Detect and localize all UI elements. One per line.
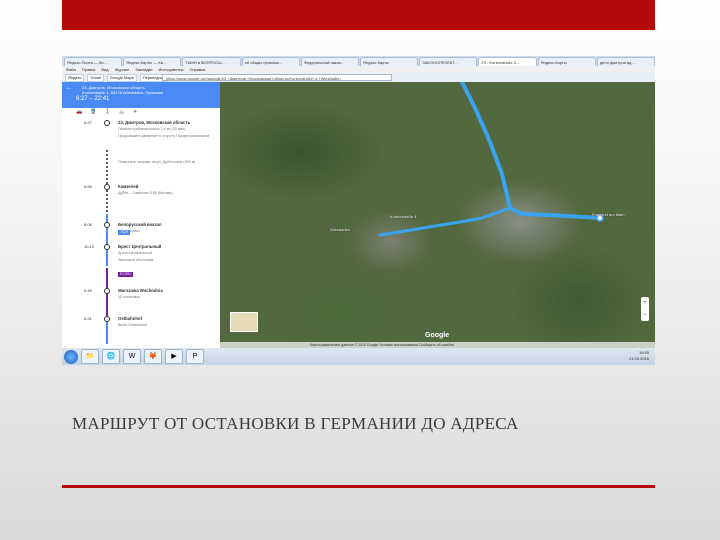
step-detail: 10 остановок [118,295,140,299]
start-button-icon[interactable] [64,349,78,364]
slide-caption: МАРШРУТ ОТ ОСТАНОВКИ В ГЕРМАНИИ ДО АДРЕС… [72,414,519,433]
travel-mode-tabs: 🚗 🚆 🚶 🚲 ✈ [62,109,220,117]
directions-panel: ← 23, Дмитров, Московская область Kontor… [62,82,221,348]
menu-item[interactable]: Журнал [115,66,130,73]
route-line-walk [106,150,108,212]
satellite-map[interactable]: Kontorstraße 4 Wiesbaden Frankfurt am Ma… [220,82,655,348]
stop-marker-icon [104,244,110,250]
step-name: Камзелей [118,184,139,189]
step-detail: Berlin Ostbahnhof [118,323,147,327]
zoom-control[interactable]: + − [641,297,649,321]
bookmark-item[interactable]: Яндекс [65,73,85,82]
step-time: 8:08 [84,222,92,227]
step-time: 10:12 [84,244,95,249]
browser-screenshot: Яндекс.Почта — Кп... Яндекс.Карты — Кв...… [62,56,655,365]
route-destination[interactable]: Kontorstraße 4, 65178 Wiesbaden, Германи… [82,90,163,95]
firefox-icon[interactable]: 🦊 [144,349,162,364]
browser-tab-strip: Яндекс.Почта — Кп... Яндекс.Карты — Кв...… [62,56,655,67]
media-icon[interactable]: ▶ [165,349,183,364]
transit-line-badge: 7029 [118,230,130,235]
stop-marker-icon [104,316,110,322]
plane-icon[interactable]: ✈ [133,109,137,117]
map-label-wiesbaden: Wiesbaden [330,227,351,232]
stop-marker-icon [104,120,110,126]
word-icon[interactable]: W [123,349,141,364]
google-logo: Google [425,332,450,339]
directions-header: ← 23, Дмитров, Московская область Kontor… [62,82,220,108]
step-detail: Поверните направо на ул. Дубненская (500… [118,160,196,164]
menu-item[interactable]: Правка [82,66,96,73]
route-polyline [460,82,602,220]
address-bar[interactable]: https://www.google.ru/maps/dir/23,+Дмитр… [162,74,392,81]
browser-menu-bar: Файл Правка Вид Журнал Закладки Инструменты Сп… [62,66,655,73]
bike-icon[interactable]: 🚲 [119,109,125,117]
step-detail: Warszawa Wschodnia [118,258,154,262]
step-time: 6:27 [84,120,92,125]
bookmark-item[interactable]: Gmail [87,73,104,82]
zoom-out-icon[interactable]: − [641,309,649,321]
stop-marker-icon [104,184,110,190]
step-detail: Пешком приблизительно 2,5 км (30 мин) [118,127,186,131]
car-icon[interactable]: 🚗 [76,109,82,117]
step-name: 23, Дмитров, Московская область [118,120,191,125]
walk-icon[interactable]: 🚶 [104,109,110,117]
explorer-icon[interactable]: 🌐 [102,349,120,364]
step-name: Warszawa Wschodnia [118,288,163,293]
zoom-in-icon[interactable]: + [641,297,649,309]
step-time: 8:31 [84,316,92,321]
step-detail: Дубна – Савёлово 6:55 (Москва) [118,191,173,195]
menu-item[interactable]: Закладки [135,66,152,73]
folder-icon[interactable]: 📁 [81,349,99,364]
map-label-frankfurt: Frankfurt am Main [592,212,625,217]
bookmark-item[interactable]: Google Maps [106,73,137,82]
top-accent-bar [62,0,655,30]
menu-item[interactable]: Вид [101,66,108,73]
step-name: Ostbahnhof [118,316,143,321]
step-time: 9:45 [84,288,92,293]
stop-marker-icon [104,222,110,228]
map-type-thumbnail[interactable] [230,312,258,332]
menu-item[interactable]: Инструменты [159,66,184,73]
menu-item[interactable]: Файл [66,66,76,73]
bottom-accent-rule [62,485,655,488]
route-polyline-west [378,206,512,237]
step-name: Брест Центральный [118,244,162,249]
map-label-kontorstrasse: Kontorstraße 4 [390,214,417,219]
step-detail: Продолжайте движение в сторону Профессио… [118,134,210,138]
menu-item[interactable]: Справка [189,66,205,73]
transit-icon[interactable]: 🚆 [90,109,96,117]
step-time: 6:55 [84,184,92,189]
step-name: Белорусский вокзал [118,222,162,227]
transit-line-badge: EC/EN [118,272,133,277]
stop-marker-icon [104,288,110,294]
back-arrow-icon[interactable]: ← [66,85,72,91]
route-time-range: 6:27 – 22:41 [76,96,110,102]
clock-date: 21.03.2016 [628,356,649,361]
powerpoint-icon[interactable]: P [186,349,204,364]
taskbar-clock[interactable]: 19:55 21.03.2016 [629,350,649,362]
windows-taskbar: 📁 🌐 W 🦊 ▶ P 19:55 21.03.2016 [62,348,655,365]
route-overlay [378,82,604,237]
step-detail: Брест-Центральный [118,251,152,255]
